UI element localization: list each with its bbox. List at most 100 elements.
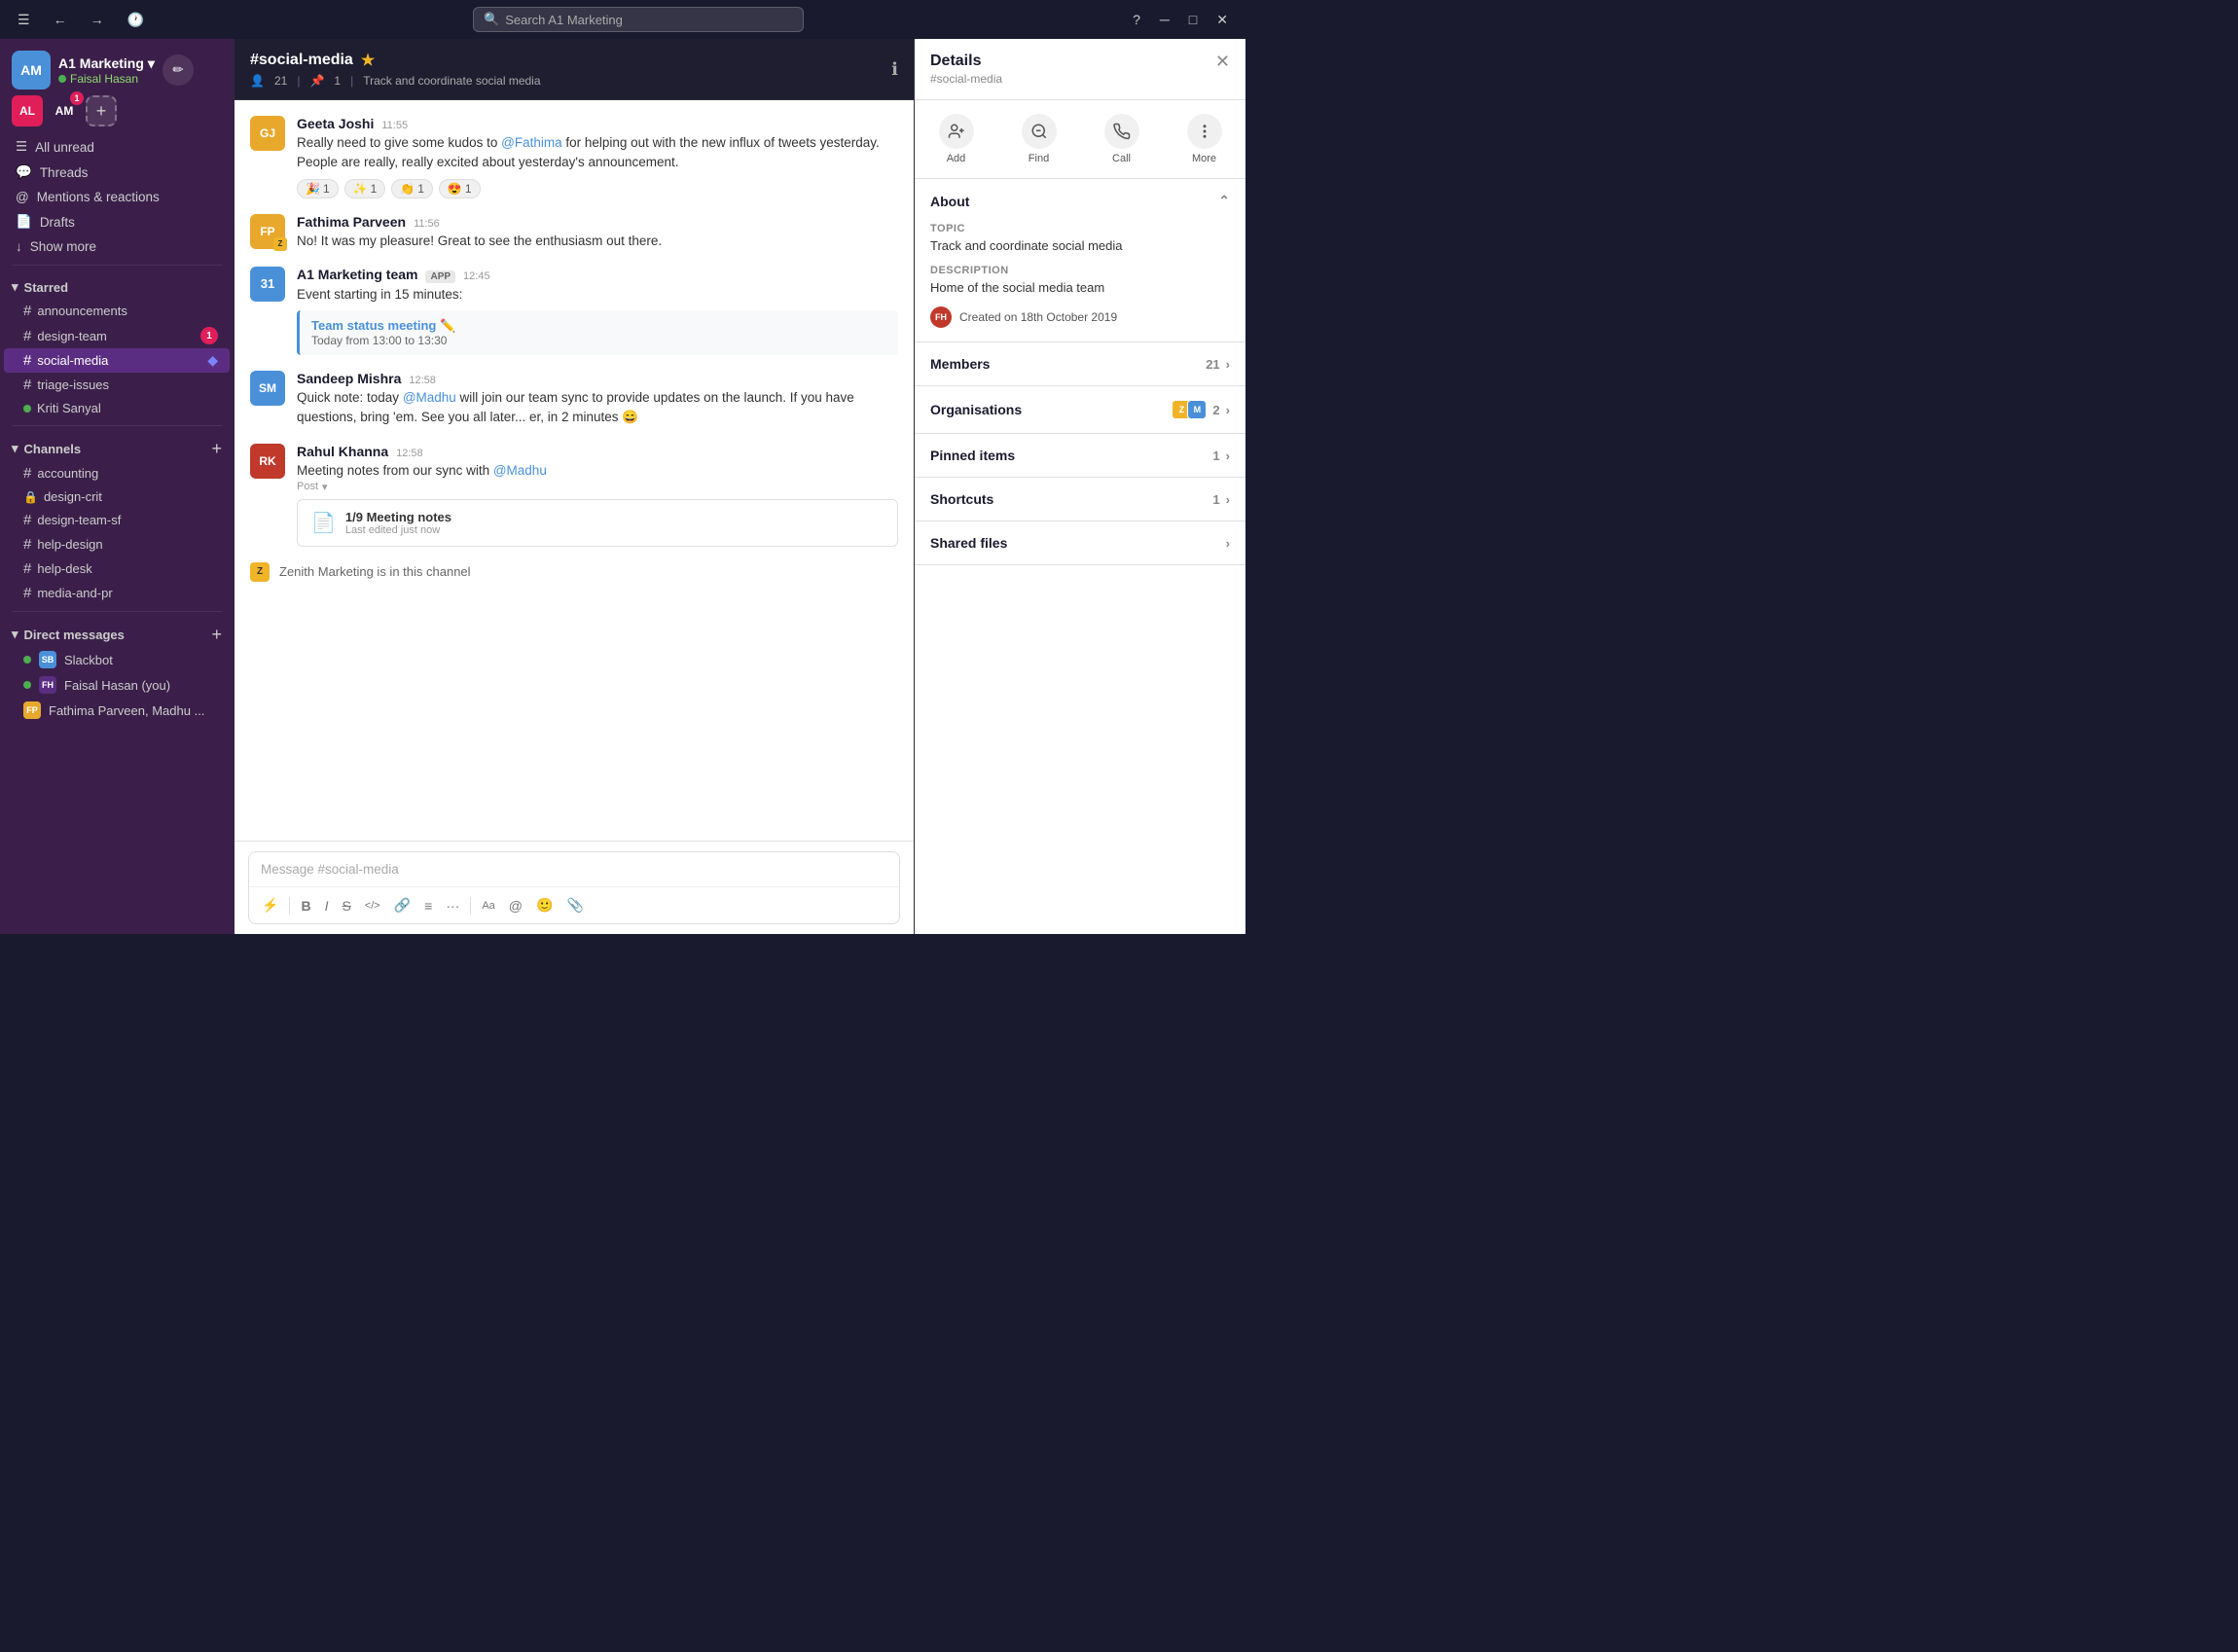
forward-button[interactable]: → xyxy=(85,8,110,31)
about-section-header[interactable]: About ⌃ xyxy=(915,179,1245,223)
main-area: AM A1 Marketing ▾ Faisal Hasan ✏ xyxy=(0,39,1245,934)
channel-item-media-and-pr[interactable]: # media-and-pr xyxy=(4,581,230,605)
mention-button[interactable]: @ xyxy=(504,894,527,917)
attach-button[interactable]: 📎 xyxy=(561,893,588,917)
divider-3 xyxy=(12,611,222,612)
add-channel-button[interactable]: + xyxy=(211,440,222,457)
search-input[interactable] xyxy=(505,13,758,27)
minimize-button[interactable]: ─ xyxy=(1154,8,1175,31)
starred-label: ▾ Starred xyxy=(12,279,68,295)
org-avatars: Z M xyxy=(1172,400,1207,419)
add-workspace-button[interactable]: + xyxy=(86,95,117,126)
topic-label: Topic xyxy=(930,223,1230,234)
channel-item-kriti-sanyal[interactable]: Kriti Sanyal xyxy=(4,397,230,419)
chat-header: #social-media ★ 👤 21 | 📌 1 | Track and c… xyxy=(235,39,914,100)
reaction-sparkles[interactable]: ✨ 1 xyxy=(344,179,386,198)
online-dot xyxy=(23,681,31,689)
strike-button[interactable]: S xyxy=(337,894,355,917)
star-icon[interactable]: ★ xyxy=(361,51,375,70)
more-action[interactable]: More xyxy=(1187,114,1222,164)
link-button[interactable]: 🔗 xyxy=(389,893,415,917)
more-format-button[interactable]: ··· xyxy=(441,894,464,917)
mention-madhu[interactable]: @Madhu xyxy=(403,390,456,405)
call-icon xyxy=(1104,114,1139,149)
shared-files-row[interactable]: Shared files › xyxy=(915,521,1245,565)
details-actions: Add Find Call More xyxy=(915,100,1245,179)
sidebar-item-mentions[interactable]: @ Mentions & reactions xyxy=(4,185,230,209)
sidebar-item-all-unread[interactable]: ☰ All unread xyxy=(4,134,230,160)
italic-button[interactable]: I xyxy=(320,894,334,917)
channel-item-help-design[interactable]: # help-design xyxy=(4,532,230,557)
mention-fathima[interactable]: @Fathima xyxy=(501,135,561,150)
channel-info-button[interactable]: ℹ xyxy=(891,59,898,80)
starred-section-header[interactable]: ▾ Starred xyxy=(0,271,234,299)
channel-item-design-team-sf[interactable]: # design-team-sf xyxy=(4,508,230,532)
history-button[interactable]: 🕐 xyxy=(122,8,150,32)
channel-item-triage-issues[interactable]: # triage-issues xyxy=(4,373,230,397)
list-button[interactable]: ≡ xyxy=(419,894,437,917)
sidebar-item-drafts[interactable]: 📄 Drafts xyxy=(4,209,230,234)
text-size-button[interactable]: Aa xyxy=(477,896,499,916)
hash-icon: # xyxy=(23,328,31,344)
post-label: Post ▾ xyxy=(297,481,898,493)
message-4-content: Sandeep Mishra 12:58 Quick note: today @… xyxy=(297,371,898,428)
pinned-chevron-icon: › xyxy=(1226,449,1230,463)
find-icon xyxy=(1022,114,1057,149)
maximize-button[interactable]: □ xyxy=(1183,8,1203,31)
channel-item-design-crit[interactable]: 🔒 design-crit xyxy=(4,485,230,508)
channel-item-announcements[interactable]: # announcements xyxy=(4,299,230,323)
title-bar-left: ☰ ← → 🕐 xyxy=(12,8,150,32)
search-bar[interactable]: 🔍 xyxy=(473,7,804,32)
shortcuts-chevron-icon: › xyxy=(1226,492,1230,507)
call-action[interactable]: Call xyxy=(1104,114,1139,164)
event-card[interactable]: Team status meeting ✏️ Today from 13:00 … xyxy=(297,310,898,355)
reaction-party[interactable]: 🎉 1 xyxy=(297,179,339,198)
back-button[interactable]: ← xyxy=(48,8,73,31)
hash-icon: # xyxy=(23,303,31,319)
pinned-items-row[interactable]: Pinned items 1 › xyxy=(915,434,1245,478)
shortcuts-row[interactable]: Shortcuts 1 › xyxy=(915,478,1245,521)
post-preview[interactable]: 📄 1/9 Meeting notes Last edited just now xyxy=(297,499,898,547)
event-time: Today from 13:00 to 13:30 xyxy=(311,334,886,347)
dm-section-header[interactable]: ▾ Direct messages + xyxy=(0,618,234,647)
bold-button[interactable]: B xyxy=(296,894,315,917)
message-1-text: Really need to give some kudos to @Fathi… xyxy=(297,133,898,173)
close-button[interactable]: ✕ xyxy=(1210,8,1234,32)
sidebar-item-threads[interactable]: 💬 Threads xyxy=(4,160,230,185)
message-2-text: No! It was my pleasure! Great to see the… xyxy=(297,232,898,251)
members-row[interactable]: Members 21 › xyxy=(915,342,1245,386)
dm-item-faisal[interactable]: FH Faisal Hasan (you) xyxy=(4,672,230,698)
message-3-header: A1 Marketing team APP 12:45 xyxy=(297,267,898,283)
reaction-clap[interactable]: 👏 1 xyxy=(391,179,433,198)
app-avatar: 31 xyxy=(250,267,285,302)
compose-button[interactable]: ✏ xyxy=(162,54,194,86)
organisations-row[interactable]: Organisations Z M 2 › xyxy=(915,386,1245,434)
find-action[interactable]: Find xyxy=(1022,114,1057,164)
title-bar-center: 🔍 xyxy=(150,7,1127,32)
channel-item-design-team[interactable]: # design-team 1 xyxy=(4,323,230,348)
help-button[interactable]: ? xyxy=(1127,8,1146,31)
chat-area: #social-media ★ 👤 21 | 📌 1 | Track and c… xyxy=(234,39,915,934)
dm-item-slackbot[interactable]: SB Slackbot xyxy=(4,647,230,672)
channel-item-social-media[interactable]: # social-media ◆ xyxy=(4,348,230,373)
reaction-love[interactable]: 😍 1 xyxy=(439,179,481,198)
description-value: Home of the social media team xyxy=(930,280,1230,295)
code-button[interactable]: </> xyxy=(360,896,385,916)
fathima-msg-avatar: FP Z xyxy=(250,214,285,249)
add-action[interactable]: Add xyxy=(939,114,974,164)
mention-madhu-2[interactable]: @Madhu xyxy=(493,463,547,478)
channels-section-header[interactable]: ▾ Channels + xyxy=(0,432,234,461)
dm-item-fathima-madhu[interactable]: FP Fathima Parveen, Madhu ... xyxy=(4,698,230,723)
post-info: 1/9 Meeting notes Last edited just now xyxy=(345,510,451,536)
menu-button[interactable]: ☰ xyxy=(12,8,36,32)
lightning-button[interactable]: ⚡ xyxy=(257,893,283,917)
channel-item-help-desk[interactable]: # help-desk xyxy=(4,557,230,581)
sidebar-item-show-more[interactable]: ↓ Show more xyxy=(4,234,230,259)
emoji-button[interactable]: 🙂 xyxy=(531,893,558,917)
details-close-button[interactable]: ✕ xyxy=(1215,53,1230,70)
add-dm-button[interactable]: + xyxy=(211,626,222,643)
search-icon: 🔍 xyxy=(484,12,499,27)
message-input[interactable] xyxy=(249,852,899,886)
workspace-name[interactable]: A1 Marketing ▾ xyxy=(58,55,155,72)
channel-item-accounting[interactable]: # accounting xyxy=(4,461,230,485)
